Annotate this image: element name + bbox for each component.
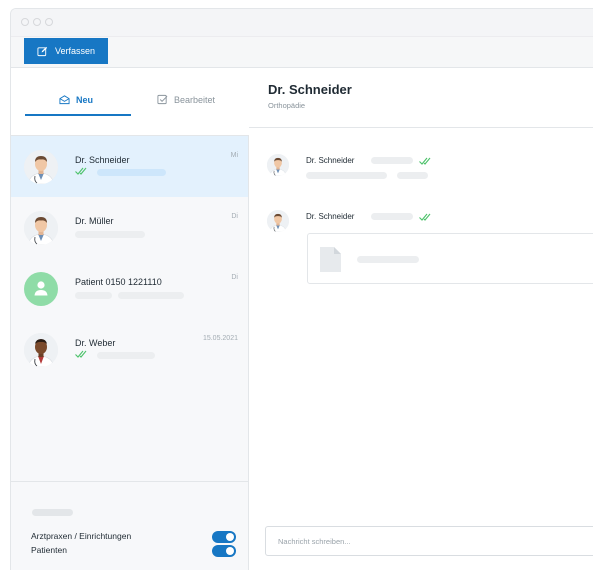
read-receipt-icon	[419, 213, 433, 221]
conversation-name: Dr. Müller	[75, 216, 114, 226]
conversation-date: Di	[231, 274, 238, 281]
window-close-button[interactable]	[21, 18, 29, 26]
window-maximize-button[interactable]	[45, 18, 53, 26]
filter-label-patients: Patienten	[31, 545, 67, 555]
read-receipt-icon	[75, 167, 89, 175]
message-meta-placeholder	[371, 157, 413, 164]
conversation-item-patient[interactable]: Patient 0150 1221110 Di	[11, 258, 248, 319]
message-preview-placeholder	[75, 231, 145, 238]
conversation-date: Mi	[230, 152, 238, 159]
active-tab-indicator	[25, 114, 131, 116]
conversation-item-schneider[interactable]: Dr. Schneider Mi	[11, 136, 248, 197]
message-text-placeholder	[306, 172, 387, 179]
conversation-date: Di	[231, 213, 238, 220]
tab-edited[interactable]: Bearbeitet	[157, 94, 215, 105]
message-sender: Dr. Schneider	[306, 212, 355, 221]
conversation-date: 15.05.2021	[202, 335, 238, 342]
message-sender: Dr. Schneider	[306, 156, 355, 165]
avatar	[24, 211, 58, 245]
filter-label-practices: Arztpraxen / Einrichtungen	[31, 531, 132, 541]
conversation-name: Dr. Weber	[75, 338, 116, 348]
avatar	[24, 272, 58, 306]
message-preview-placeholder	[97, 169, 166, 176]
message-avatar	[267, 210, 289, 232]
tab-new-label: Neu	[76, 94, 94, 105]
read-receipt-icon	[75, 350, 89, 358]
chat-title: Dr. Schneider	[268, 82, 352, 97]
attachment-name-placeholder	[357, 256, 419, 263]
conversation-name: Patient 0150 1221110	[75, 277, 162, 287]
compose-button-label: Verfassen	[55, 46, 96, 56]
filter-toggle-practices[interactable]	[212, 531, 236, 543]
conversation-item-weber[interactable]: Dr. Weber 15.05.2021	[11, 319, 248, 380]
message-text-placeholder	[397, 172, 428, 179]
tab-edited-label: Bearbeitet	[174, 94, 216, 105]
tab-new[interactable]: Neu	[59, 94, 93, 105]
app-window: Verfassen Neu Bearbeitet Dr. Schneider M…	[10, 8, 593, 570]
filter-heading-placeholder	[32, 509, 73, 516]
sidebar: Neu Bearbeitet Dr. Schneider Mi Dr. Müll…	[11, 68, 249, 570]
title-bar	[11, 9, 593, 37]
conversation-name: Dr. Schneider	[75, 155, 130, 165]
checkbox-icon	[157, 94, 168, 105]
message-avatar	[267, 154, 289, 176]
message-preview-placeholder	[75, 292, 112, 299]
chat-panel: Dr. Schneider Orthopädie Dr. Schneider D…	[249, 68, 593, 570]
filter-toggle-patients[interactable]	[212, 545, 236, 557]
tab-bar: Neu Bearbeitet	[11, 68, 249, 136]
message-composer	[265, 526, 593, 556]
window-minimize-button[interactable]	[33, 18, 41, 26]
toolbar: Verfassen	[11, 37, 593, 68]
attachment-card[interactable]	[307, 233, 593, 284]
envelope-icon	[59, 95, 70, 105]
conversation-item-mueller[interactable]: Dr. Müller Di	[11, 197, 248, 258]
document-icon	[320, 247, 341, 272]
compose-icon	[37, 46, 48, 56]
chat-header: Dr. Schneider Orthopädie	[249, 68, 593, 128]
sidebar-filters: Arztpraxen / Einrichtungen Patienten	[11, 481, 248, 570]
message-input[interactable]	[266, 527, 593, 555]
message-preview-placeholder	[97, 352, 155, 359]
compose-button[interactable]: Verfassen	[24, 38, 108, 64]
chat-subtitle: Orthopädie	[268, 101, 306, 110]
avatar	[24, 333, 58, 367]
message-preview-placeholder	[118, 292, 184, 299]
read-receipt-icon	[419, 157, 433, 165]
person-icon	[34, 281, 48, 296]
message-meta-placeholder	[371, 213, 413, 220]
avatar	[24, 150, 58, 184]
